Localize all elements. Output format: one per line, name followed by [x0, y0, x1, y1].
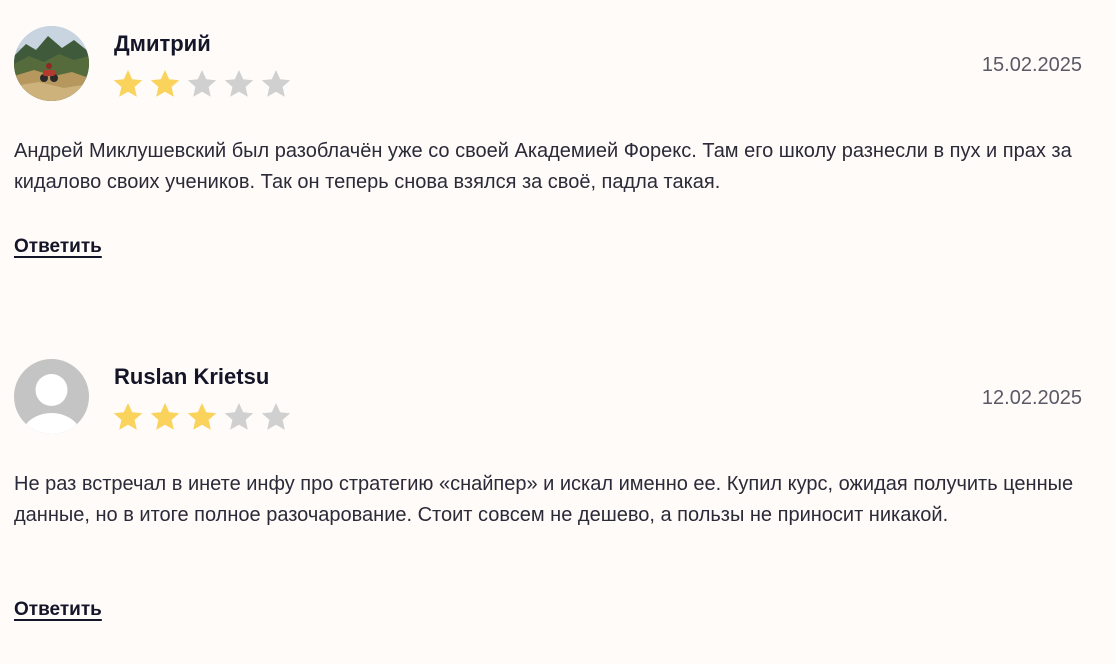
rating-stars	[112, 401, 292, 433]
reply-link[interactable]: Ответить	[14, 598, 102, 622]
avatar	[14, 26, 89, 101]
star-filled-icon	[149, 401, 181, 433]
star-filled-icon	[112, 401, 144, 433]
star-empty-icon	[186, 68, 218, 100]
reply-link[interactable]: Ответить	[14, 235, 102, 259]
star-empty-icon	[260, 68, 292, 100]
review-date: 15.02.2025	[981, 54, 1082, 76]
review-author: Ruslan Krietsu	[114, 364, 270, 389]
star-filled-icon	[112, 68, 144, 100]
review-text: Андрей Миклушевский был разоблачён уже с…	[14, 140, 1072, 193]
default-user-avatar-icon	[14, 359, 89, 434]
rating-stars	[112, 68, 292, 100]
star-empty-icon	[223, 401, 255, 433]
star-empty-icon	[223, 68, 255, 100]
photo-avatar-icon	[14, 26, 89, 101]
review-author: Дмитрий	[114, 31, 211, 56]
star-empty-icon	[260, 401, 292, 433]
reviews-list: Дмитрий 15.02.2025 Андрей Миклушевский б…	[0, 0, 1116, 664]
star-filled-icon	[186, 401, 218, 433]
avatar	[14, 359, 89, 434]
star-filled-icon	[149, 68, 181, 100]
review-text: Не раз встречал в инете инфу про стратег…	[14, 473, 1074, 526]
review-date: 12.02.2025	[981, 387, 1082, 409]
